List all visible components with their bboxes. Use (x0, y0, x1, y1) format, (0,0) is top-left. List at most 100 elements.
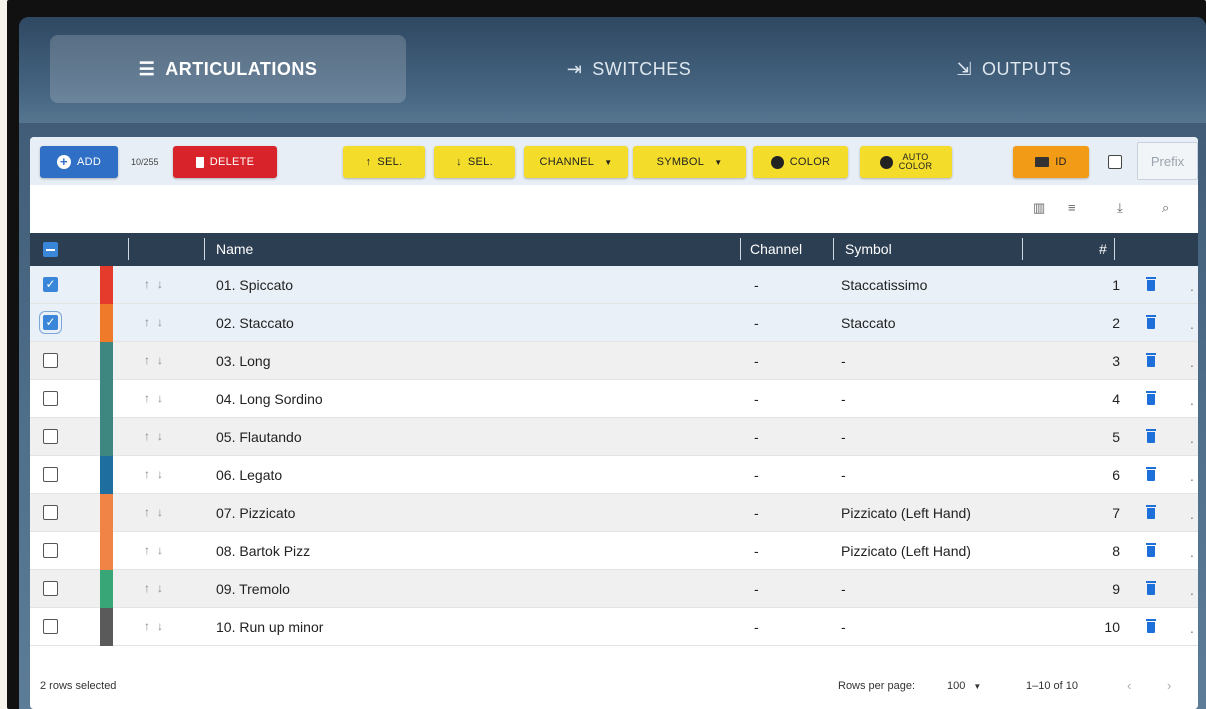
reorder-arrows[interactable]: ↑↓ (144, 391, 170, 405)
arrow-up-icon[interactable]: ↑ (144, 277, 157, 291)
tab-outputs[interactable]: ⇲ OUTPUTS (834, 35, 1194, 103)
prev-page-icon[interactable]: ‹ (1127, 678, 1131, 693)
delete-button[interactable]: DELETE (173, 146, 277, 178)
row-channel[interactable]: - (754, 505, 759, 521)
row-symbol[interactable]: - (841, 391, 846, 407)
row-checkbox[interactable] (43, 429, 58, 444)
row-number[interactable]: 7 (1090, 505, 1120, 521)
row-channel[interactable]: - (754, 391, 759, 407)
reorder-arrows[interactable]: ↑↓ (144, 581, 170, 595)
arrow-down-icon[interactable]: ↓ (157, 505, 170, 519)
trash-icon[interactable] (1146, 467, 1156, 481)
channel-dropdown[interactable]: CHANNEL ▼ (524, 146, 628, 178)
tab-switches[interactable]: ⇥ SWITCHES (449, 35, 809, 103)
more-icon[interactable]: . (1190, 354, 1194, 370)
arrow-up-icon[interactable]: ↑ (144, 543, 157, 557)
reorder-arrows[interactable]: ↑↓ (144, 619, 170, 633)
row-symbol[interactable]: Staccatissimo (841, 277, 927, 293)
row-symbol[interactable]: - (841, 429, 846, 445)
arrow-down-icon[interactable]: ↓ (157, 543, 170, 557)
row-channel[interactable]: - (754, 429, 759, 445)
arrow-up-icon[interactable]: ↑ (144, 505, 157, 519)
more-icon[interactable]: . (1190, 620, 1194, 636)
row-number[interactable]: 1 (1090, 277, 1120, 293)
row-name[interactable]: 10. Run up minor (216, 619, 323, 635)
table-row[interactable]: ↑↓ 04. Long Sordino - - 4 . (30, 380, 1198, 418)
arrow-up-icon[interactable]: ↑ (144, 315, 157, 329)
arrow-down-icon[interactable]: ↓ (157, 391, 170, 405)
column-name[interactable]: Name (216, 241, 253, 257)
arrow-down-icon[interactable]: ↓ (157, 429, 170, 443)
row-checkbox[interactable] (43, 353, 58, 368)
arrow-up-icon[interactable]: ↑ (144, 581, 157, 595)
table-row[interactable]: ↑↓ 06. Legato - - 6 . (30, 456, 1198, 494)
trash-icon[interactable] (1146, 353, 1156, 367)
column-symbol[interactable]: Symbol (845, 241, 892, 257)
table-row[interactable]: ↑↓ 05. Flautando - - 5 . (30, 418, 1198, 456)
prefix-checkbox[interactable] (1108, 155, 1122, 169)
columns-icon[interactable]: ▥ (1033, 200, 1045, 216)
row-number[interactable]: 2 (1090, 315, 1120, 331)
row-name[interactable]: 08. Bartok Pizz (216, 543, 310, 559)
row-channel[interactable]: - (754, 619, 759, 635)
trash-icon[interactable] (1146, 277, 1156, 291)
row-name[interactable]: 07. Pizzicato (216, 505, 295, 521)
table-row[interactable]: ✓ ↑↓ 01. Spiccato - Staccatissimo 1 . (30, 266, 1198, 304)
add-button[interactable]: + ADD (40, 146, 118, 178)
table-row[interactable]: ↑↓ 09. Tremolo - - 9 . (30, 570, 1198, 608)
reorder-arrows[interactable]: ↑↓ (144, 467, 170, 481)
prefix-input[interactable]: Prefix (1137, 142, 1198, 180)
rows-per-page-select[interactable]: 100 ▼ (947, 680, 981, 692)
row-checkbox[interactable] (43, 543, 58, 558)
reorder-arrows[interactable]: ↑↓ (144, 543, 170, 557)
symbol-dropdown[interactable]: SYMBOL ▼ (633, 146, 746, 178)
arrow-up-icon[interactable]: ↑ (144, 429, 157, 443)
row-name[interactable]: 06. Legato (216, 467, 282, 483)
row-number[interactable]: 10 (1090, 619, 1120, 635)
table-row[interactable]: ↑↓ 07. Pizzicato - Pizzicato (Left Hand)… (30, 494, 1198, 532)
trash-icon[interactable] (1146, 543, 1156, 557)
arrow-down-icon[interactable]: ↓ (157, 619, 170, 633)
filter-icon[interactable]: ≡ (1068, 200, 1076, 215)
arrow-up-icon[interactable]: ↑ (144, 391, 157, 405)
move-selected-up-button[interactable]: ↑ SEL. (343, 146, 425, 178)
arrow-up-icon[interactable]: ↑ (144, 467, 157, 481)
row-name[interactable]: 04. Long Sordino (216, 391, 323, 407)
select-all-checkbox[interactable] (43, 242, 58, 257)
row-channel[interactable]: - (754, 467, 759, 483)
arrow-down-icon[interactable]: ↓ (157, 467, 170, 481)
column-channel[interactable]: Channel (750, 241, 802, 257)
row-channel[interactable]: - (754, 277, 759, 293)
auto-color-button[interactable]: AUTO COLOR (860, 146, 952, 178)
more-icon[interactable]: . (1190, 544, 1194, 560)
arrow-up-icon[interactable]: ↑ (144, 353, 157, 367)
more-icon[interactable]: . (1190, 278, 1194, 294)
row-symbol[interactable]: Pizzicato (Left Hand) (841, 543, 971, 559)
row-symbol[interactable]: Pizzicato (Left Hand) (841, 505, 971, 521)
id-button[interactable]: ID (1013, 146, 1089, 178)
row-checkbox[interactable] (43, 467, 58, 482)
table-row[interactable]: ↑↓ 10. Run up minor - - 10 . (30, 608, 1198, 646)
row-channel[interactable]: - (754, 543, 759, 559)
arrow-down-icon[interactable]: ↓ (157, 353, 170, 367)
row-channel[interactable]: - (754, 581, 759, 597)
more-icon[interactable]: . (1190, 468, 1194, 484)
more-icon[interactable]: . (1190, 506, 1194, 522)
row-name[interactable]: 09. Tremolo (216, 581, 290, 597)
row-name[interactable]: 03. Long (216, 353, 271, 369)
row-symbol[interactable]: - (841, 581, 846, 597)
reorder-arrows[interactable]: ↑↓ (144, 315, 170, 329)
move-selected-down-button[interactable]: ↓ SEL. (434, 146, 515, 178)
row-checkbox[interactable] (43, 619, 58, 634)
row-number[interactable]: 5 (1090, 429, 1120, 445)
row-number[interactable]: 6 (1090, 467, 1120, 483)
search-icon[interactable]: ⌕ (1162, 200, 1169, 216)
next-page-icon[interactable]: › (1167, 678, 1171, 693)
row-symbol[interactable]: - (841, 467, 846, 483)
more-icon[interactable]: . (1190, 316, 1194, 332)
row-name[interactable]: 01. Spiccato (216, 277, 293, 293)
reorder-arrows[interactable]: ↑↓ (144, 505, 170, 519)
row-symbol[interactable]: - (841, 619, 846, 635)
row-number[interactable]: 9 (1090, 581, 1120, 597)
more-icon[interactable]: . (1190, 392, 1194, 408)
